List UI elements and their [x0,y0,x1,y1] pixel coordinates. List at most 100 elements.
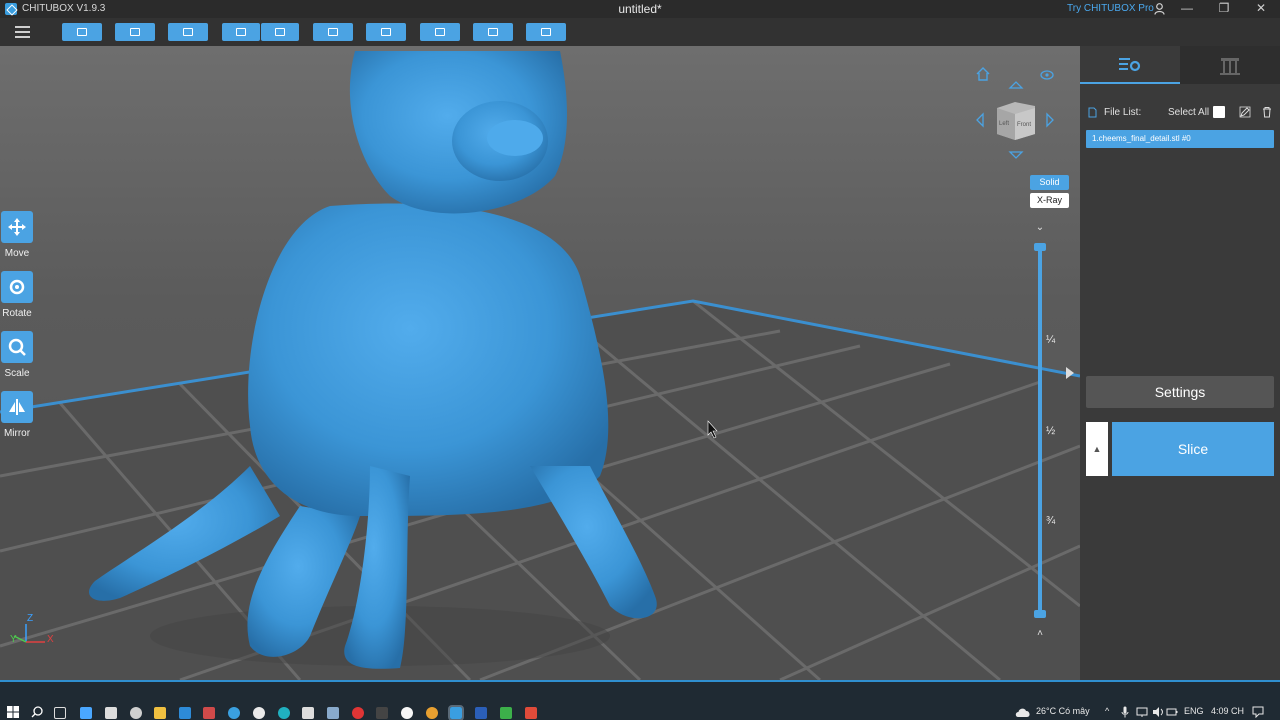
trash-icon[interactable] [1261,106,1273,118]
rotate-view-down-icon[interactable] [1008,150,1024,160]
zalo-icon[interactable] [278,707,290,719]
rotate-view-up-icon[interactable] [1008,80,1024,90]
green-app-icon[interactable] [500,707,512,719]
speaker-icon[interactable] [1152,706,1164,718]
file-explorer-icon[interactable] [154,707,166,719]
user-icon[interactable] [1154,3,1165,15]
main-toolbar [0,18,1280,46]
telegram-icon[interactable] [228,707,240,719]
word-icon[interactable] [475,707,487,719]
file-icon [1088,107,1097,118]
scale-tool-button[interactable] [1,331,33,363]
scale-icon [8,338,26,356]
app-red-icon[interactable] [203,707,215,719]
slice-options-toggle[interactable]: ▲ [1086,422,1108,476]
open-file-button[interactable] [62,23,102,41]
microphone-icon[interactable] [1121,706,1129,718]
game-app-icon[interactable] [376,707,388,719]
select-all-checkbox[interactable] [1213,106,1225,118]
chrome-icon[interactable] [426,707,438,719]
navigation-cube[interactable]: Left Front [993,100,1039,142]
export-right-button[interactable] [261,23,299,41]
tray-expand-icon[interactable]: ^ [1105,706,1109,716]
red-circle-app-icon[interactable] [352,707,364,719]
notification-icon[interactable] [1252,706,1264,718]
chitubox-taskbar-icon[interactable] [448,705,464,720]
export-icon [236,28,246,36]
export-left-button[interactable] [222,23,260,41]
printer-app-icon[interactable] [327,707,339,719]
import-button[interactable] [168,23,208,41]
weather-text[interactable]: 26°C Có mây [1036,706,1090,716]
try-pro-link[interactable]: Try CHITUBOX Pro [1067,3,1154,14]
axis-z-label: Z [27,613,33,624]
task-view-icon[interactable] [54,707,66,719]
copy-icon [328,28,338,36]
3d-viewport[interactable]: Z X Y [0,46,1080,680]
hollow-button[interactable] [420,23,460,41]
clock-time[interactable]: 4:09 CH [1211,706,1244,716]
file-list-item[interactable]: 1.cheems_final_detail.stl #0 [1086,130,1274,148]
file-list-header: File List: Select All [1088,106,1278,120]
save-icon [130,28,140,36]
arrange-button[interactable] [526,23,566,41]
file-list-label: File List: [1104,107,1142,118]
layer-slider-track[interactable] [1038,247,1042,615]
slice-button[interactable]: Slice [1112,422,1274,476]
layer-slider-bottom-handle[interactable] [1034,610,1046,618]
support-icon [381,28,391,36]
minimize-button[interactable]: — [1173,0,1201,18]
rotate-tool-label: Rotate [2,308,32,319]
battery-icon[interactable] [1166,706,1178,718]
restore-button[interactable]: ❐ [1210,0,1238,18]
rotate-view-left-icon[interactable] [975,112,985,128]
obs-icon[interactable] [401,707,413,719]
slider-three-quarter-mark: ¾ [1046,515,1056,527]
red-app-icon[interactable] [525,707,537,719]
search-icon[interactable] [31,706,43,718]
axis-x-label: X [47,634,54,645]
settings-button[interactable]: Settings [1086,376,1274,408]
chat-app-icon[interactable] [253,707,265,719]
chrome-canary-icon[interactable] [130,707,142,719]
hole-icon [488,28,498,36]
tool-app-icon[interactable] [302,707,314,719]
windows-start-icon[interactable] [7,706,19,718]
xray-view-button[interactable]: X-Ray [1030,193,1069,208]
build-platform-scene: Z X Y [0,51,1080,680]
move-tool-button[interactable] [1,211,33,243]
list-gear-icon [1119,58,1141,72]
eye-icon[interactable] [1040,70,1054,80]
layer-slider-top-handle[interactable] [1034,243,1046,251]
mail-app-icon[interactable] [80,707,92,719]
select-all-label: Select All [1168,107,1210,118]
mirror-tool-button[interactable] [1,391,33,423]
hamburger-menu-icon[interactable] [15,26,30,38]
printer-icon [1220,58,1240,75]
slider-half-mark: ½ [1046,425,1056,437]
tab-model-settings[interactable] [1080,46,1180,84]
network-icon[interactable] [1136,706,1148,718]
rotate-tool-button[interactable] [1,271,33,303]
cube-left-face: Left [999,121,1009,127]
close-button[interactable]: ✕ [1247,0,1275,18]
home-view-icon[interactable] [975,66,991,82]
rotate-view-right-icon[interactable] [1045,112,1055,128]
edit-icon[interactable] [1239,106,1251,118]
windows-taskbar: 26°C Có mây ^ ENG 4:09 CH [0,680,1280,720]
move-icon [8,218,26,236]
duplicate-button[interactable] [313,23,353,41]
solid-view-button[interactable]: Solid [1030,175,1069,190]
dig-hole-button[interactable] [473,23,513,41]
slider-expand-chevron-icon[interactable]: ˄ [1035,629,1045,639]
store-app-icon[interactable] [105,707,117,719]
tab-printer[interactable] [1180,46,1280,84]
save-button[interactable] [115,23,155,41]
arrange-icon [541,28,551,36]
input-language[interactable]: ENG [1184,706,1204,716]
vscode-icon[interactable] [179,707,191,719]
slider-collapse-chevron-icon[interactable]: ⌄ [1035,223,1045,233]
panel-toggle-arrow-icon[interactable] [1066,367,1074,379]
hollow-icon [435,28,445,36]
support-button[interactable] [366,23,406,41]
